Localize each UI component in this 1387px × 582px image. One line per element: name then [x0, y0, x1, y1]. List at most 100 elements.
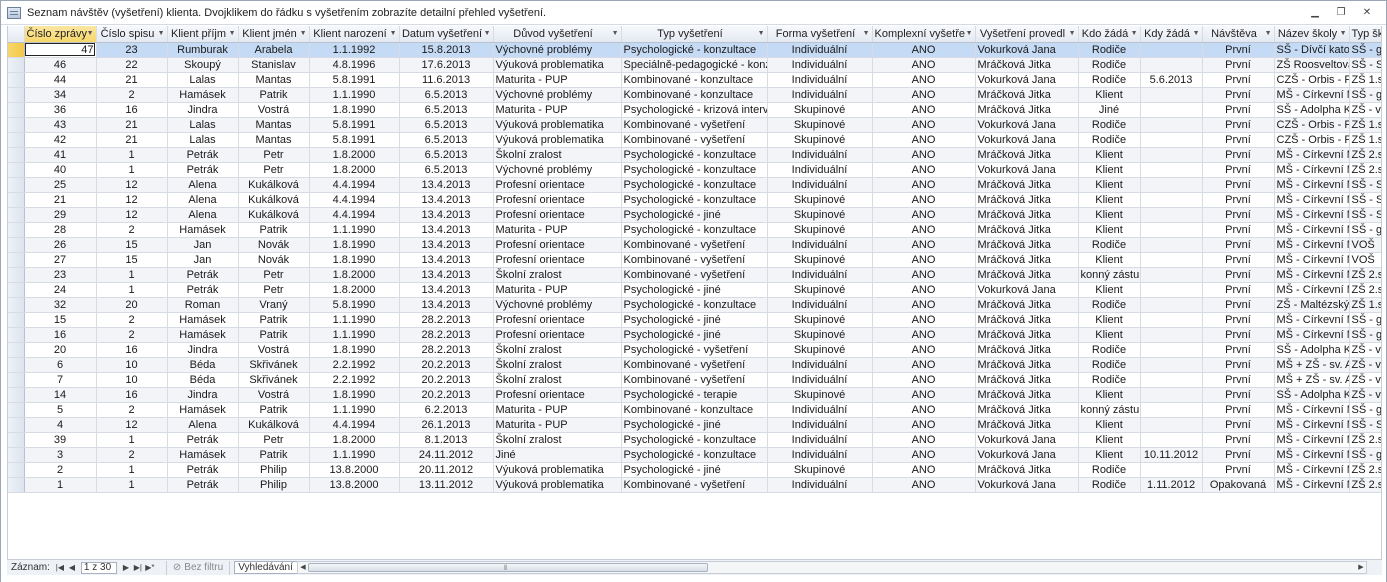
table-cell[interactable]: 12 [96, 177, 168, 193]
table-cell[interactable]: ANO [872, 42, 976, 58]
table-cell[interactable]: Profesní orientace [493, 207, 622, 223]
table-cell[interactable]: První [1202, 372, 1275, 388]
table-cell[interactable]: VOŠ [1349, 237, 1381, 253]
table-cell[interactable]: ANO [872, 312, 976, 328]
table-cell[interactable]: Jan [167, 237, 239, 253]
sort-dropdown-icon[interactable]: ▼ [966, 27, 973, 41]
table-cell[interactable] [1140, 222, 1203, 238]
table-cell[interactable]: 13.8.2000 [309, 462, 400, 478]
table-cell[interactable]: 15.8.2013 [399, 42, 494, 58]
table-cell[interactable]: Psychologické - jiné [621, 282, 768, 298]
table-cell[interactable]: ZŠ - vic [1349, 387, 1381, 403]
table-cell[interactable]: 40 [24, 162, 97, 178]
table-cell[interactable]: Individuální [767, 447, 873, 463]
table-cell[interactable]: Mráčková Jitka [975, 192, 1079, 208]
table-cell[interactable]: Vokurková Jana [975, 117, 1079, 133]
table-cell[interactable]: 3 [24, 447, 97, 463]
table-cell[interactable]: Skoupý [167, 57, 239, 73]
column-header-7[interactable]: Typ vyšetření ▼ [621, 26, 768, 43]
table-cell[interactable]: Individuální [767, 147, 873, 163]
table-cell[interactable]: Kombinované - vyšetření [621, 237, 768, 253]
table-cell[interactable]: Lalas [167, 117, 239, 133]
table-cell[interactable]: Psychologické - krizová interve [621, 102, 768, 118]
table-cell[interactable]: ANO [872, 132, 976, 148]
table-cell[interactable]: Mráčková Jitka [975, 267, 1079, 283]
table-row[interactable]: 23 1 Petrák Petr 1.8.2000 13.4.2013 Školní zra… [8, 267, 1381, 283]
column-header-0[interactable]: Číslo zprávy ▼ [24, 26, 97, 43]
table-cell[interactable]: Petr [238, 147, 310, 163]
table-row[interactable]: 14 16 Jindra Vostrá 1.8.1990 20.2.2013 Profesn… [8, 387, 1381, 403]
table-cell[interactable]: Hamásek [167, 312, 239, 328]
table-cell[interactable]: Béda [167, 372, 239, 388]
scroll-right-icon[interactable]: ▶ [1356, 562, 1366, 573]
table-cell[interactable]: Kukálková [238, 207, 310, 223]
table-cell[interactable]: ZŠ - vic [1349, 357, 1381, 373]
close-icon[interactable]: ✕ [1358, 5, 1376, 19]
table-cell[interactable] [1140, 342, 1203, 358]
table-cell[interactable]: Individuální [767, 357, 873, 373]
table-row[interactable]: 7 10 Béda Skřivánek 2.2.1992 20.2.2013 Školní … [8, 372, 1381, 388]
table-cell[interactable]: 36 [24, 102, 97, 118]
table-cell[interactable] [1140, 282, 1203, 298]
table-cell[interactable]: Kombinované - konzultace [621, 87, 768, 103]
table-cell[interactable]: SŠ - SO [1349, 57, 1381, 73]
table-cell[interactable]: Klient [1078, 87, 1141, 103]
table-cell[interactable]: 2 [96, 327, 168, 343]
table-row[interactable]: 6 10 Béda Skřivánek 2.2.1992 20.2.2013 Školní … [8, 357, 1381, 373]
table-cell[interactable]: Petr [238, 267, 310, 283]
table-cell[interactable]: konný zástup [1078, 267, 1141, 283]
column-header-4[interactable]: Klient narození ▼ [309, 26, 400, 43]
table-cell[interactable]: Psychologické - konzultace [621, 432, 768, 448]
table-row[interactable]: 16 2 Hamásek Patrik 1.1.1990 28.2.2013 Profesn… [8, 327, 1381, 343]
row-selector[interactable] [8, 132, 25, 148]
sort-dropdown-icon[interactable]: ▼ [300, 27, 307, 41]
table-cell[interactable]: Skupinové [767, 132, 873, 148]
table-cell[interactable]: Kukálková [238, 177, 310, 193]
table-cell[interactable]: Psychologické - konzultace [621, 162, 768, 178]
table-cell[interactable]: Jiné [1078, 102, 1141, 118]
table-cell[interactable]: Rodiče [1078, 132, 1141, 148]
table-cell[interactable]: Petrák [167, 462, 239, 478]
table-cell[interactable]: 2.2.1992 [309, 357, 400, 373]
table-cell[interactable]: SŠ - Adolpha Ko [1274, 387, 1350, 403]
table-cell[interactable]: Patrik [238, 87, 310, 103]
table-cell[interactable]: 20 [96, 297, 168, 313]
table-cell[interactable]: 6.5.2013 [399, 132, 494, 148]
restore-icon[interactable]: ❐ [1332, 5, 1350, 19]
table-cell[interactable]: Mráčková Jitka [975, 327, 1079, 343]
table-cell[interactable]: První [1202, 222, 1275, 238]
table-cell[interactable]: 4.4.1994 [309, 417, 400, 433]
table-cell[interactable]: MŠ - Církevní M [1274, 432, 1350, 448]
table-cell[interactable]: 13.11.2012 [399, 477, 494, 493]
record-position-input[interactable]: 1 z 30 [80, 561, 117, 574]
table-cell[interactable]: SŠ - SO [1349, 417, 1381, 433]
table-cell[interactable]: Skupinové [767, 117, 873, 133]
table-cell[interactable]: 16 [96, 102, 168, 118]
table-cell[interactable]: SŠ - Dívčí katolic [1274, 42, 1350, 58]
table-cell[interactable]: Individuální [767, 57, 873, 73]
table-cell[interactable]: 21 [24, 192, 97, 208]
table-cell[interactable]: První [1202, 267, 1275, 283]
table-cell[interactable]: Klient [1078, 207, 1141, 223]
table-cell[interactable]: Petrák [167, 162, 239, 178]
table-cell[interactable] [1140, 177, 1203, 193]
sort-dropdown-icon[interactable]: ▼ [158, 27, 165, 41]
table-cell[interactable]: 1.8.1990 [309, 387, 400, 403]
column-header-14[interactable]: Název školy ▼ [1274, 26, 1350, 43]
table-cell[interactable]: 6.5.2013 [399, 147, 494, 163]
table-cell[interactable]: Individuální [767, 177, 873, 193]
column-header-11[interactable]: Kdo žádá ▼ [1078, 26, 1141, 43]
table-cell[interactable]: Mantas [238, 72, 310, 88]
row-selector[interactable] [8, 252, 25, 268]
row-selector[interactable] [8, 177, 25, 193]
table-cell[interactable] [1140, 387, 1203, 403]
column-header-3[interactable]: Klient jmén ▼ [238, 26, 310, 43]
table-cell[interactable]: Výchovné problémy [493, 162, 622, 178]
table-cell[interactable]: Jan [167, 252, 239, 268]
table-cell[interactable]: CZŠ - Orbis - Pic [1274, 72, 1350, 88]
table-cell[interactable]: Psychologické - terapie [621, 387, 768, 403]
row-selector[interactable] [8, 282, 25, 298]
table-cell[interactable]: MŠ - Církevní M [1274, 312, 1350, 328]
table-cell[interactable]: Vokurková Jana [975, 447, 1079, 463]
table-cell[interactable]: Mráčková Jitka [975, 237, 1079, 253]
